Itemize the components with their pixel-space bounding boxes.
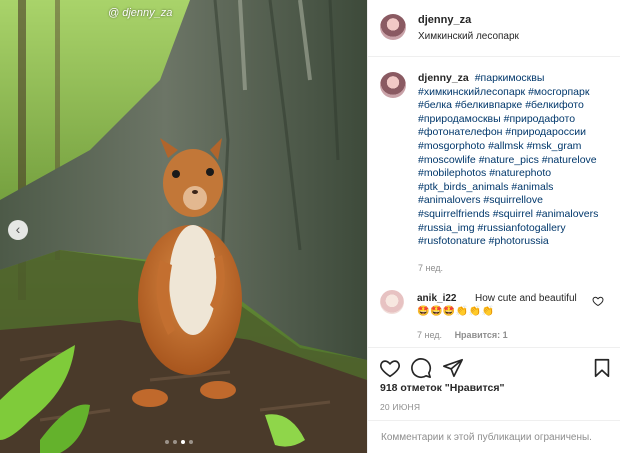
hashtag-link[interactable]: #белкивпарке [455, 99, 522, 111]
send-icon[interactable] [442, 357, 464, 379]
hashtag-link[interactable]: #allmsk [488, 140, 524, 152]
chevron-left-icon: ‹ [15, 221, 21, 237]
comment-time: 7 нед. [417, 330, 443, 340]
hashtag-link[interactable]: #photorussia [489, 235, 549, 247]
hashtag-link[interactable]: #animalovers [536, 208, 598, 220]
caption-author-avatar[interactable] [380, 72, 406, 98]
hashtag-link[interactable]: #animalovers [418, 194, 480, 206]
hashtag-link[interactable]: #animals [511, 181, 553, 193]
comments-closed-notice: Комментарии к этой публикации ограничены… [367, 420, 620, 453]
comment-icon[interactable] [410, 357, 432, 379]
hashtag-link[interactable]: #природамосквы [418, 113, 501, 125]
carousel-dot [173, 440, 177, 444]
caption-text: djenny_za #паркимосквы #химкинскийлесопа… [418, 72, 615, 249]
post-photo: @ djenny_za ‹ [0, 0, 367, 453]
hashtag-link[interactable]: #химкинскийлесопарк [418, 86, 525, 98]
carousel-dot-active [181, 440, 185, 444]
hashtag-link[interactable]: #ptk_birds_animals [418, 181, 508, 193]
carousel-dot [165, 440, 169, 444]
comment-text: How cute and beautiful [475, 293, 577, 304]
hashtag-link[interactable]: #mosgorphoto [418, 140, 485, 152]
post-date: 20 ИЮНЯ [380, 402, 421, 412]
hashtag-link[interactable]: #russia_img [418, 222, 475, 234]
author-avatar[interactable] [380, 14, 406, 40]
hashtag-link[interactable]: #naturelove [542, 154, 597, 166]
comment-likes[interactable]: Нравится: 1 [455, 330, 508, 340]
comment-item: anik_i22 How cute and beautiful 🤩🤩🤩👏👏👏 7… [380, 290, 610, 340]
hashtag-link[interactable]: #russianfotogallery [478, 222, 566, 234]
hashtag-link[interactable]: #nature_pics [479, 154, 539, 166]
hashtag-link[interactable]: #naturephoto [489, 167, 551, 179]
hashtag-link[interactable]: #белка [418, 99, 452, 111]
hashtag-link[interactable]: #msk_gram [527, 140, 582, 152]
caption-username[interactable]: djenny_za [418, 72, 469, 84]
hashtag-link[interactable]: #squirrelfriends [418, 208, 490, 220]
hashtag-link[interactable]: #паркимосквы [475, 72, 545, 84]
comment-meta: 7 нед. Нравится: 1 [417, 330, 508, 340]
comment-like-heart-icon[interactable] [592, 295, 604, 307]
hashtag-link[interactable]: #фотонателефон [418, 126, 502, 138]
commenter-username[interactable]: anik_i22 [417, 293, 456, 304]
hashtag-link[interactable]: #природафото [504, 113, 575, 125]
photo-watermark: @ djenny_za [108, 7, 173, 19]
hashtag-link[interactable]: #mobilephotos [418, 167, 486, 179]
carousel-indicators [165, 440, 193, 444]
comment-emoji: 🤩🤩🤩👏👏👏 [417, 306, 495, 317]
post-actions: 918 отметок "Нравится" [367, 347, 620, 407]
heart-icon[interactable] [379, 357, 401, 379]
hashtag-link[interactable]: #природароссии [505, 126, 586, 138]
likes-count[interactable]: 918 отметок "Нравится" [380, 382, 504, 394]
commenter-avatar[interactable] [380, 290, 404, 314]
caption-time: 7 нед. [418, 263, 444, 273]
hashtag-link[interactable]: #squirrellove [483, 194, 543, 206]
previous-photo-button[interactable]: ‹ [8, 220, 28, 240]
post-location[interactable]: Химкинский лесопарк [418, 31, 519, 42]
squirrel-photo [0, 0, 367, 453]
hashtag-link[interactable]: #squirrel [493, 208, 533, 220]
author-username[interactable]: djenny_za [418, 14, 471, 26]
bookmark-icon[interactable] [591, 357, 613, 379]
hashtag-link[interactable]: #rusfotonature [418, 235, 486, 247]
post-header: djenny_za Химкинский лесопарк [368, 0, 620, 57]
hashtag-link[interactable]: #мосгорпарк [528, 86, 589, 98]
carousel-dot [189, 440, 193, 444]
hashtag-link[interactable]: #moscowlife [418, 154, 476, 166]
hashtag-link[interactable]: #белкифото [525, 99, 584, 111]
